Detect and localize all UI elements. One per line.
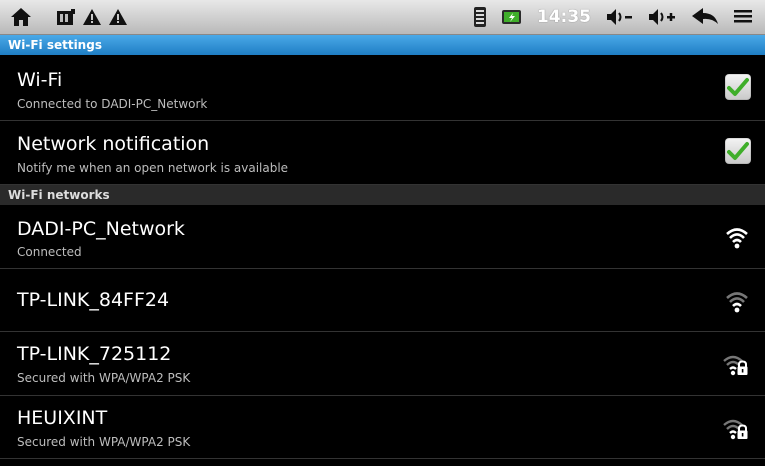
network-name: TP-LINK_725112 [17, 343, 172, 365]
home-icon[interactable] [10, 7, 32, 27]
back-icon[interactable] [691, 7, 719, 27]
warning-icon [108, 8, 128, 26]
checkmark-icon [727, 142, 749, 160]
wifi-checkbox[interactable] [725, 74, 751, 100]
wifi-signal-strong-icon [726, 228, 748, 249]
setting-title: Network notification [17, 133, 210, 155]
sd-card-icon [56, 8, 76, 26]
setting-summary: Connected to DADI-PC_Network [17, 97, 208, 111]
network-item[interactable]: DADI-PC_Network Connected [0, 205, 765, 269]
network-status: Secured with WPA/WPA2 PSK [17, 371, 191, 385]
menu-icon[interactable] [733, 8, 753, 26]
status-bar: 14:35 [0, 0, 765, 35]
network-notification-checkbox[interactable] [725, 138, 751, 164]
wifi-secured-icon [723, 419, 748, 440]
network-name: TP-LINK_84FF24 [17, 289, 170, 311]
network-name: DADI-PC_Network [17, 218, 185, 240]
network-name: HEUIXINT [17, 407, 108, 429]
setting-title: Wi-Fi [17, 69, 63, 91]
network-status: Connected [17, 245, 82, 259]
section-header-wifi-settings: Wi-Fi settings [0, 35, 765, 55]
wifi-signal-icon [473, 6, 487, 28]
battery-icon [501, 8, 523, 26]
setting-network-notification[interactable]: Network notification Notify me when an o… [0, 121, 765, 185]
volume-up-icon[interactable] [647, 7, 677, 27]
network-item[interactable]: TP-LINK_84FF24 [0, 269, 765, 332]
setting-wifi-toggle[interactable]: Wi-Fi Connected to DADI-PC_Network [0, 55, 765, 121]
network-status: Secured with WPA/WPA2 PSK [17, 435, 191, 449]
network-item[interactable]: HEUIXINT Secured with WPA/WPA2 PSK [0, 396, 765, 459]
setting-summary: Notify me when an open network is availa… [17, 161, 289, 175]
network-item[interactable]: TP-LINK_725112 Secured with WPA/WPA2 PSK [0, 332, 765, 396]
checkmark-icon [727, 78, 749, 96]
section-header-wifi-networks: Wi-Fi networks [0, 185, 765, 205]
clock: 14:35 [536, 7, 591, 27]
wifi-signal-weak-icon [726, 292, 748, 313]
warning-icon [82, 8, 102, 26]
wifi-secured-icon [723, 355, 748, 376]
volume-down-icon[interactable] [605, 7, 633, 27]
